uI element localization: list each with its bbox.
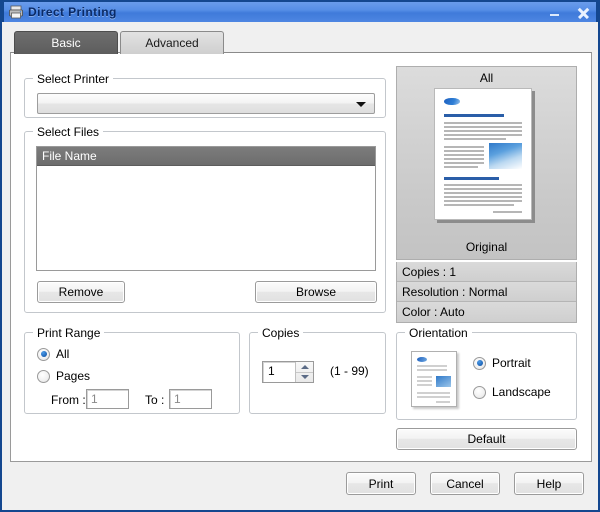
direct-printing-window: Direct Printing Basic Advanced Select Pr… bbox=[0, 0, 600, 512]
to-label: To : bbox=[145, 393, 165, 407]
document-thumbnail bbox=[434, 88, 532, 220]
copies-group: Copies 1 (1 - 99) bbox=[249, 326, 386, 414]
from-label: From : bbox=[51, 393, 86, 407]
select-files-group: Select Files File Name Remove Browse bbox=[24, 125, 386, 313]
footer-button-row: Print Cancel Help bbox=[346, 472, 584, 495]
minimize-icon[interactable] bbox=[546, 5, 564, 21]
copies-stepper-buttons bbox=[295, 362, 313, 382]
title-bar[interactable]: Direct Printing bbox=[2, 0, 598, 22]
select-printer-legend: Select Printer bbox=[33, 72, 114, 86]
preview-caption: Original bbox=[465, 240, 508, 254]
copies-range-hint: (1 - 99) bbox=[330, 364, 369, 378]
radio-indicator-landscape bbox=[473, 385, 486, 399]
window-controls bbox=[546, 2, 592, 24]
tab-advanced[interactable]: Advanced bbox=[120, 31, 224, 54]
copies-decrement-icon[interactable] bbox=[296, 373, 313, 383]
copies-value: 1 bbox=[268, 364, 275, 378]
copies-legend: Copies bbox=[258, 326, 304, 340]
orientation-preview-icon bbox=[411, 351, 457, 407]
default-button[interactable]: Default bbox=[396, 428, 577, 450]
chevron-down-icon bbox=[356, 102, 366, 107]
cancel-button[interactable]: Cancel bbox=[430, 472, 500, 495]
select-printer-group: Select Printer bbox=[24, 72, 386, 118]
file-list-rows[interactable] bbox=[37, 166, 375, 270]
brand-logo-icon bbox=[444, 98, 460, 105]
preview-title: All bbox=[479, 71, 494, 85]
radio-label-all: All bbox=[56, 347, 70, 361]
document-image bbox=[489, 143, 522, 169]
file-name-column-header[interactable]: File Name bbox=[37, 147, 375, 166]
copies-increment-icon[interactable] bbox=[296, 362, 313, 373]
info-resolution: Resolution : Normal bbox=[397, 282, 576, 302]
info-copies: Copies : 1 bbox=[397, 262, 576, 282]
radio-indicator-portrait bbox=[473, 356, 486, 370]
radio-print-range-pages[interactable]: Pages bbox=[37, 369, 90, 383]
printer-dropdown[interactable] bbox=[37, 93, 375, 114]
preview-info-list: Copies : 1 Resolution : Normal Color : A… bbox=[396, 262, 577, 323]
browse-button[interactable]: Browse bbox=[255, 281, 377, 303]
print-range-legend: Print Range bbox=[33, 326, 105, 340]
select-files-legend: Select Files bbox=[33, 125, 104, 139]
radio-label-portrait: Portrait bbox=[492, 356, 531, 370]
close-icon[interactable] bbox=[574, 5, 592, 21]
print-preview: All Original bbox=[396, 66, 577, 260]
radio-label-pages: Pages bbox=[56, 369, 91, 383]
footer-bar: Print Cancel Help bbox=[2, 466, 598, 510]
radio-orientation-portrait[interactable]: Portrait bbox=[473, 356, 531, 370]
radio-indicator-all bbox=[37, 347, 50, 361]
copies-stepper[interactable]: 1 bbox=[262, 361, 314, 383]
radio-indicator-pages bbox=[37, 369, 50, 383]
remove-button[interactable]: Remove bbox=[37, 281, 125, 303]
radio-print-range-all[interactable]: All bbox=[37, 347, 69, 361]
radio-orientation-landscape[interactable]: Landscape bbox=[473, 385, 551, 399]
printer-icon bbox=[8, 4, 24, 20]
tab-strip: Basic Advanced bbox=[14, 30, 224, 54]
tab-basic[interactable]: Basic bbox=[14, 31, 118, 54]
file-list[interactable]: File Name bbox=[36, 146, 376, 271]
print-button[interactable]: Print bbox=[346, 472, 416, 495]
orientation-legend: Orientation bbox=[405, 326, 472, 340]
from-input[interactable]: 1 bbox=[86, 389, 129, 409]
window-title: Direct Printing bbox=[28, 5, 117, 19]
help-button[interactable]: Help bbox=[514, 472, 584, 495]
to-input[interactable]: 1 bbox=[169, 389, 212, 409]
orientation-group: Orientation Portrait Landscape bbox=[396, 326, 577, 420]
info-color: Color : Auto bbox=[397, 302, 576, 322]
print-range-group: Print Range All Pages From : 1 To : 1 bbox=[24, 326, 240, 414]
radio-label-landscape: Landscape bbox=[492, 385, 551, 399]
